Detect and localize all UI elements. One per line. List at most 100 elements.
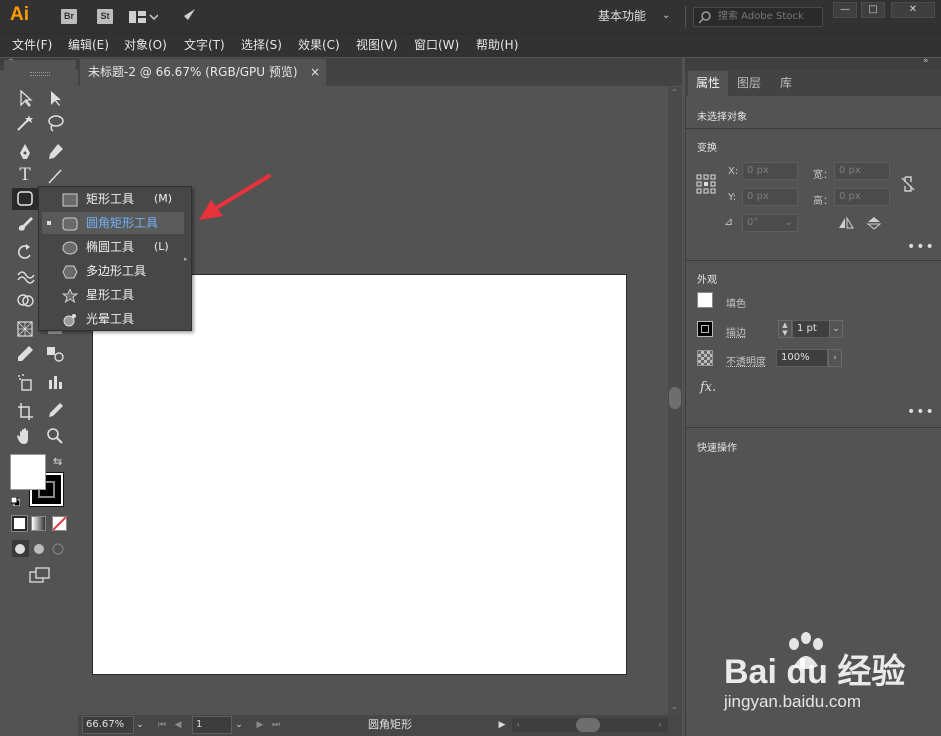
direct-selection-tool[interactable] <box>44 87 66 109</box>
toolbox-grip[interactable] <box>30 72 50 76</box>
first-artboard-icon[interactable]: ⏮ <box>156 717 168 733</box>
symbol-sprayer-tool[interactable] <box>14 371 36 393</box>
paintbrush-tool[interactable] <box>14 213 36 235</box>
slice-tool[interactable] <box>44 400 66 422</box>
arrange-documents-button[interactable] <box>128 9 159 25</box>
flyout-tearoff-icon[interactable]: ▸ <box>184 255 188 263</box>
artboard[interactable] <box>92 274 627 675</box>
hand-tool[interactable] <box>14 425 36 447</box>
curvature-tool[interactable] <box>44 141 66 163</box>
menu-help[interactable]: 帮助(H) <box>476 36 518 54</box>
menu-object[interactable]: 对象(O) <box>124 36 167 54</box>
artboard-number-field[interactable]: 1 <box>192 716 232 734</box>
gradient-mode-button[interactable] <box>31 516 46 531</box>
line-segment-tool[interactable] <box>44 165 66 187</box>
last-artboard-icon[interactable]: ⏭ <box>270 717 282 733</box>
magic-wand-tool[interactable] <box>14 112 36 134</box>
scroll-up-icon[interactable]: ⌃ <box>671 88 678 97</box>
previous-artboard-icon[interactable]: ◀ <box>172 717 184 733</box>
fill-swatch[interactable] <box>10 454 46 490</box>
workspace-switcher[interactable]: 基本功能 ⌄ <box>598 4 678 28</box>
warp-tool[interactable] <box>14 265 36 287</box>
opacity-arrow-button[interactable]: › <box>828 349 842 367</box>
width-input[interactable]: 0 px <box>834 162 890 180</box>
zoom-level-field[interactable]: 66.67% <box>82 716 134 734</box>
opacity-label[interactable]: 不透明度 <box>726 353 766 368</box>
horizontal-scrollbar-thumb[interactable] <box>576 718 600 732</box>
swap-fill-stroke-icon[interactable]: ⇆ <box>53 455 62 468</box>
column-graph-tool[interactable] <box>44 371 66 393</box>
flyout-item-star[interactable]: 星形工具 <box>42 284 184 306</box>
flyout-item-rectangle[interactable]: 矩形工具 (M) <box>42 188 184 210</box>
maximize-button[interactable]: □ <box>861 2 885 18</box>
tab-libraries[interactable]: 库 <box>772 71 800 96</box>
fill-color-swatch[interactable] <box>697 292 713 308</box>
pen-tool[interactable] <box>14 141 36 163</box>
scroll-right-icon[interactable]: › <box>654 717 666 733</box>
stock-button[interactable]: St <box>97 9 113 24</box>
menu-edit[interactable]: 编辑(E) <box>68 36 109 54</box>
constrain-proportions-button[interactable] <box>898 174 918 194</box>
close-tab-icon[interactable]: × <box>310 59 324 85</box>
gpu-performance-button[interactable] <box>178 7 198 27</box>
panel-divider <box>686 128 941 129</box>
stroke-weight-input[interactable]: 1 pt <box>792 320 830 338</box>
next-artboard-icon[interactable]: ▶ <box>254 717 266 733</box>
bridge-button[interactable]: Br <box>61 9 77 24</box>
artboard-dropdown-icon[interactable]: ⌄ <box>233 717 245 733</box>
shape-builder-tool[interactable] <box>14 290 36 312</box>
selection-tool[interactable] <box>14 87 36 109</box>
color-mode-button[interactable] <box>11 515 28 532</box>
menu-view[interactable]: 视图(V) <box>356 36 398 54</box>
collapse-panel-icon[interactable]: » <box>923 56 929 66</box>
perspective-grid-tool[interactable] <box>14 318 36 340</box>
opacity-input[interactable]: 100% <box>776 349 828 367</box>
rotate-tool[interactable] <box>14 241 36 263</box>
menu-type[interactable]: 文字(T) <box>184 36 225 54</box>
rectangle-tool-active[interactable] <box>12 188 38 210</box>
blend-tool[interactable] <box>44 343 66 365</box>
lasso-tool[interactable] <box>44 112 66 134</box>
flyout-item-rounded-rectangle[interactable]: 圆角矩形工具 <box>42 212 184 234</box>
minimize-button[interactable]: — <box>833 2 857 18</box>
none-mode-button[interactable] <box>52 516 67 531</box>
tab-layers[interactable]: 图层 <box>729 71 769 96</box>
transform-more-options[interactable]: ••• <box>907 239 935 255</box>
eyedropper-tool[interactable] <box>14 343 36 365</box>
flyout-item-ellipse[interactable]: 椭圆工具 (L) <box>42 236 184 258</box>
stroke-weight-dropdown[interactable]: ⌄ <box>829 320 843 338</box>
zoom-tool[interactable] <box>44 425 66 447</box>
default-colors-icon[interactable] <box>10 495 21 507</box>
menu-effect[interactable]: 效果(C) <box>298 36 340 54</box>
appearance-more-options[interactable]: ••• <box>907 404 935 420</box>
flyout-item-flare[interactable]: 光晕工具 <box>42 308 184 330</box>
scroll-left-icon[interactable]: ‹ <box>512 717 524 733</box>
flyout-item-label: 矩形工具 <box>86 192 135 206</box>
flip-horizontal-button[interactable] <box>838 216 854 230</box>
scroll-down-icon[interactable]: ⌄ <box>671 702 678 711</box>
artboard-tool[interactable] <box>14 400 36 422</box>
menu-window[interactable]: 窗口(W) <box>414 36 459 54</box>
rotate-angle-input[interactable]: 0° ⌄ <box>742 214 798 232</box>
zoom-dropdown-icon[interactable]: ⌄ <box>134 717 146 733</box>
type-tool[interactable]: T <box>14 165 36 187</box>
y-position-input[interactable]: 0 px <box>742 188 798 206</box>
flyout-item-polygon[interactable]: 多边形工具 <box>42 260 184 282</box>
tab-properties[interactable]: 属性 <box>688 71 729 96</box>
status-menu-icon[interactable]: ▶ <box>496 717 508 733</box>
close-window-button[interactable]: ✕ <box>891 2 935 18</box>
height-input[interactable]: 0 px <box>834 188 890 206</box>
stroke-weight-stepper[interactable]: ▲ ▼ <box>778 320 792 338</box>
stock-search-input[interactable]: 搜索 Adobe Stock <box>693 7 823 27</box>
reference-point-icon[interactable] <box>696 174 716 194</box>
document-tab[interactable]: 未标题-2 @ 66.67% (RGB/GPU 预览) <box>80 59 326 87</box>
flip-vertical-button[interactable] <box>866 216 882 230</box>
vertical-scrollbar-thumb[interactable] <box>669 387 681 409</box>
menu-select[interactable]: 选择(S) <box>241 36 282 54</box>
screen-mode-button[interactable] <box>28 566 52 584</box>
fx-effects-button[interactable]: fx. <box>700 380 716 395</box>
menu-file[interactable]: 文件(F) <box>12 36 52 54</box>
x-position-input[interactable]: 0 px <box>742 162 798 180</box>
stroke-label[interactable]: 描边 <box>726 324 746 339</box>
stroke-color-swatch[interactable] <box>697 321 713 337</box>
